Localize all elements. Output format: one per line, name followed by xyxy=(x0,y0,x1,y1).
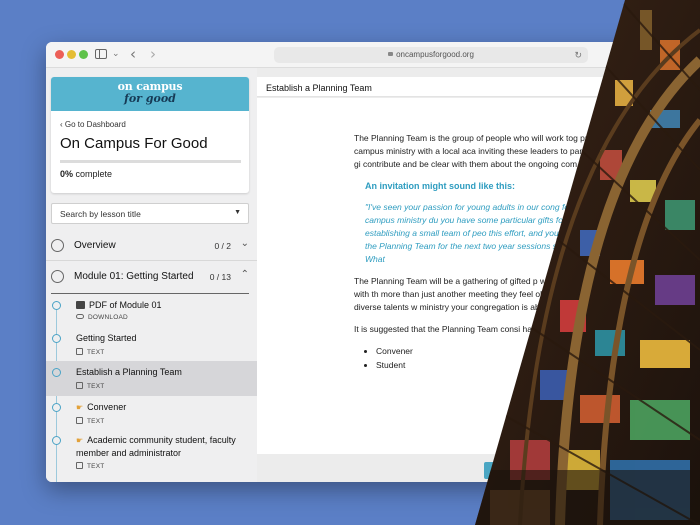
progress-label: 0% complete xyxy=(60,169,249,179)
browser-toolbar: ⌄ ‹ › oncampusforgood.org ↻ xyxy=(46,42,686,68)
list-item: Student xyxy=(376,359,686,372)
complete-word: complete xyxy=(75,169,113,179)
section-status-circle-icon xyxy=(51,270,64,283)
lesson-type: TEXT xyxy=(76,416,104,425)
lesson-article: The Planning Team is the group of people… xyxy=(354,132,686,373)
sidebar-toggle-icon[interactable] xyxy=(95,49,107,59)
course-logo: on campus for good xyxy=(51,77,249,111)
download-icon xyxy=(76,314,84,319)
lesson-type-label: TEXT xyxy=(87,383,105,390)
maximize-window-button[interactable] xyxy=(79,50,88,59)
text-doc-icon xyxy=(76,462,83,469)
progress-percent: 0% xyxy=(60,169,74,179)
lesson-title: Getting Started xyxy=(76,333,137,343)
lesson-status-icon xyxy=(52,301,61,310)
lesson-search-select[interactable]: Search by lesson title ▼ xyxy=(51,203,249,224)
lesson-item-active[interactable]: Establish a Planning Team TEXT xyxy=(46,361,257,396)
progress-bar xyxy=(60,160,241,163)
search-placeholder: Search by lesson title xyxy=(60,209,141,219)
lesson-type: TEXT xyxy=(76,381,104,390)
caret-down-icon: ▼ xyxy=(234,209,241,216)
lesson-type-label: DOWNLOAD xyxy=(88,314,128,321)
lesson-list: PDF of Module 01 DOWNLOAD Getting Starte… xyxy=(46,294,257,482)
lesson-header: Establish a Planning Team xyxy=(257,77,686,97)
lesson-type: DOWNLOAD xyxy=(76,314,128,321)
text-doc-icon xyxy=(76,382,83,389)
quote-heading: An invitation might sound like this: xyxy=(365,181,515,191)
chevron-up-icon[interactable]: ⌃ xyxy=(241,269,249,280)
course-sidebar: on campus for good ‹ Go to Dashboard On … xyxy=(46,68,257,482)
lesson-type-label: TEXT xyxy=(87,349,105,356)
course-title: On Campus For Good xyxy=(60,135,208,152)
printer-icon xyxy=(76,301,85,309)
lesson-item[interactable]: ☛ Convener TEXT xyxy=(46,396,257,429)
section-count: 0 / 2 xyxy=(214,241,231,251)
paragraph-1: The Planning Team is the group of people… xyxy=(354,133,686,169)
lesson-status-icon xyxy=(52,436,61,445)
logo-line-2: for good xyxy=(124,92,176,105)
lock-icon xyxy=(388,52,394,56)
section-status-circle-icon xyxy=(51,239,64,252)
pointing-hand-icon: ☛ xyxy=(76,403,84,412)
section-label: Module 01: Getting Started xyxy=(74,271,194,282)
lesson-item[interactable]: Getting Started TEXT xyxy=(46,327,257,361)
forward-arrow-icon[interactable]: › xyxy=(150,45,156,63)
section-overview[interactable]: Overview 0 / 2 ⌄ xyxy=(46,231,257,261)
browser-window: ⌄ ‹ › oncampusforgood.org ↻ on campus fo… xyxy=(46,42,686,482)
text-doc-icon xyxy=(76,417,83,424)
text-doc-icon xyxy=(76,348,83,355)
lesson-title: Establish a Planning Team xyxy=(76,367,182,377)
lesson-title-row: ☛ Academic community student, faculty mem… xyxy=(76,434,246,459)
paragraph-3: It is suggested that the Planning Team c… xyxy=(354,324,686,334)
url-text: oncampusforgood.org xyxy=(396,50,474,59)
lesson-item[interactable]: PDF of Module 01 DOWNLOAD xyxy=(46,294,257,326)
lesson-title-row: PDF of Module 01 xyxy=(76,299,246,311)
paragraph-2: The Planning Team will be a gathering of… xyxy=(354,276,686,312)
lesson-status-icon xyxy=(52,334,61,343)
reload-icon[interactable]: ↻ xyxy=(574,47,582,63)
minimize-window-button[interactable] xyxy=(67,50,76,59)
list-item: Convener xyxy=(376,345,686,358)
pointing-hand-icon: ☛ xyxy=(76,436,84,445)
lesson-status-icon xyxy=(52,368,61,377)
lesson-title-row: ☛ Convener xyxy=(76,401,246,414)
lesson-status-icon xyxy=(52,403,61,412)
course-card: on campus for good ‹ Go to Dashboard On … xyxy=(51,77,249,193)
close-window-button[interactable] xyxy=(55,50,64,59)
section-label: Overview xyxy=(74,240,116,251)
lesson-title: PDF of Module 01 xyxy=(89,300,162,310)
lesson-title: Convener xyxy=(87,402,127,412)
section-module-01[interactable]: Module 01: Getting Started 0 / 13 ⌃ xyxy=(46,262,257,294)
go-to-dashboard-link[interactable]: ‹ Go to Dashboard xyxy=(60,120,249,129)
lesson-type-label: TEXT xyxy=(87,463,105,470)
lesson-content-pane: Establish a Planning Team The Planning T… xyxy=(257,68,686,482)
lesson-title: Academic community student, faculty memb… xyxy=(76,435,236,458)
lesson-type: TEXT xyxy=(76,461,104,470)
lesson-type: TEXT xyxy=(76,347,104,356)
role-list: Convener Student xyxy=(376,345,686,372)
tab-group-chevron-icon[interactable]: ⌄ xyxy=(112,48,120,59)
lesson-item[interactable]: ☛ Academic community student, faculty mem… xyxy=(46,429,257,479)
complete-lesson-button[interactable]: COMPLE xyxy=(484,462,564,479)
address-bar[interactable]: oncampusforgood.org ↻ xyxy=(274,47,588,63)
lesson-type-label: TEXT xyxy=(87,418,105,425)
invitation-quote: "I've seen your passion for young adults… xyxy=(365,202,686,264)
lesson-body: The Planning Team is the group of people… xyxy=(257,98,686,454)
chevron-down-icon[interactable]: ⌄ xyxy=(241,238,249,249)
section-count: 0 / 13 xyxy=(209,272,231,282)
lesson-footer: COMPLE xyxy=(257,454,686,482)
back-arrow-icon[interactable]: ‹ xyxy=(130,45,136,63)
